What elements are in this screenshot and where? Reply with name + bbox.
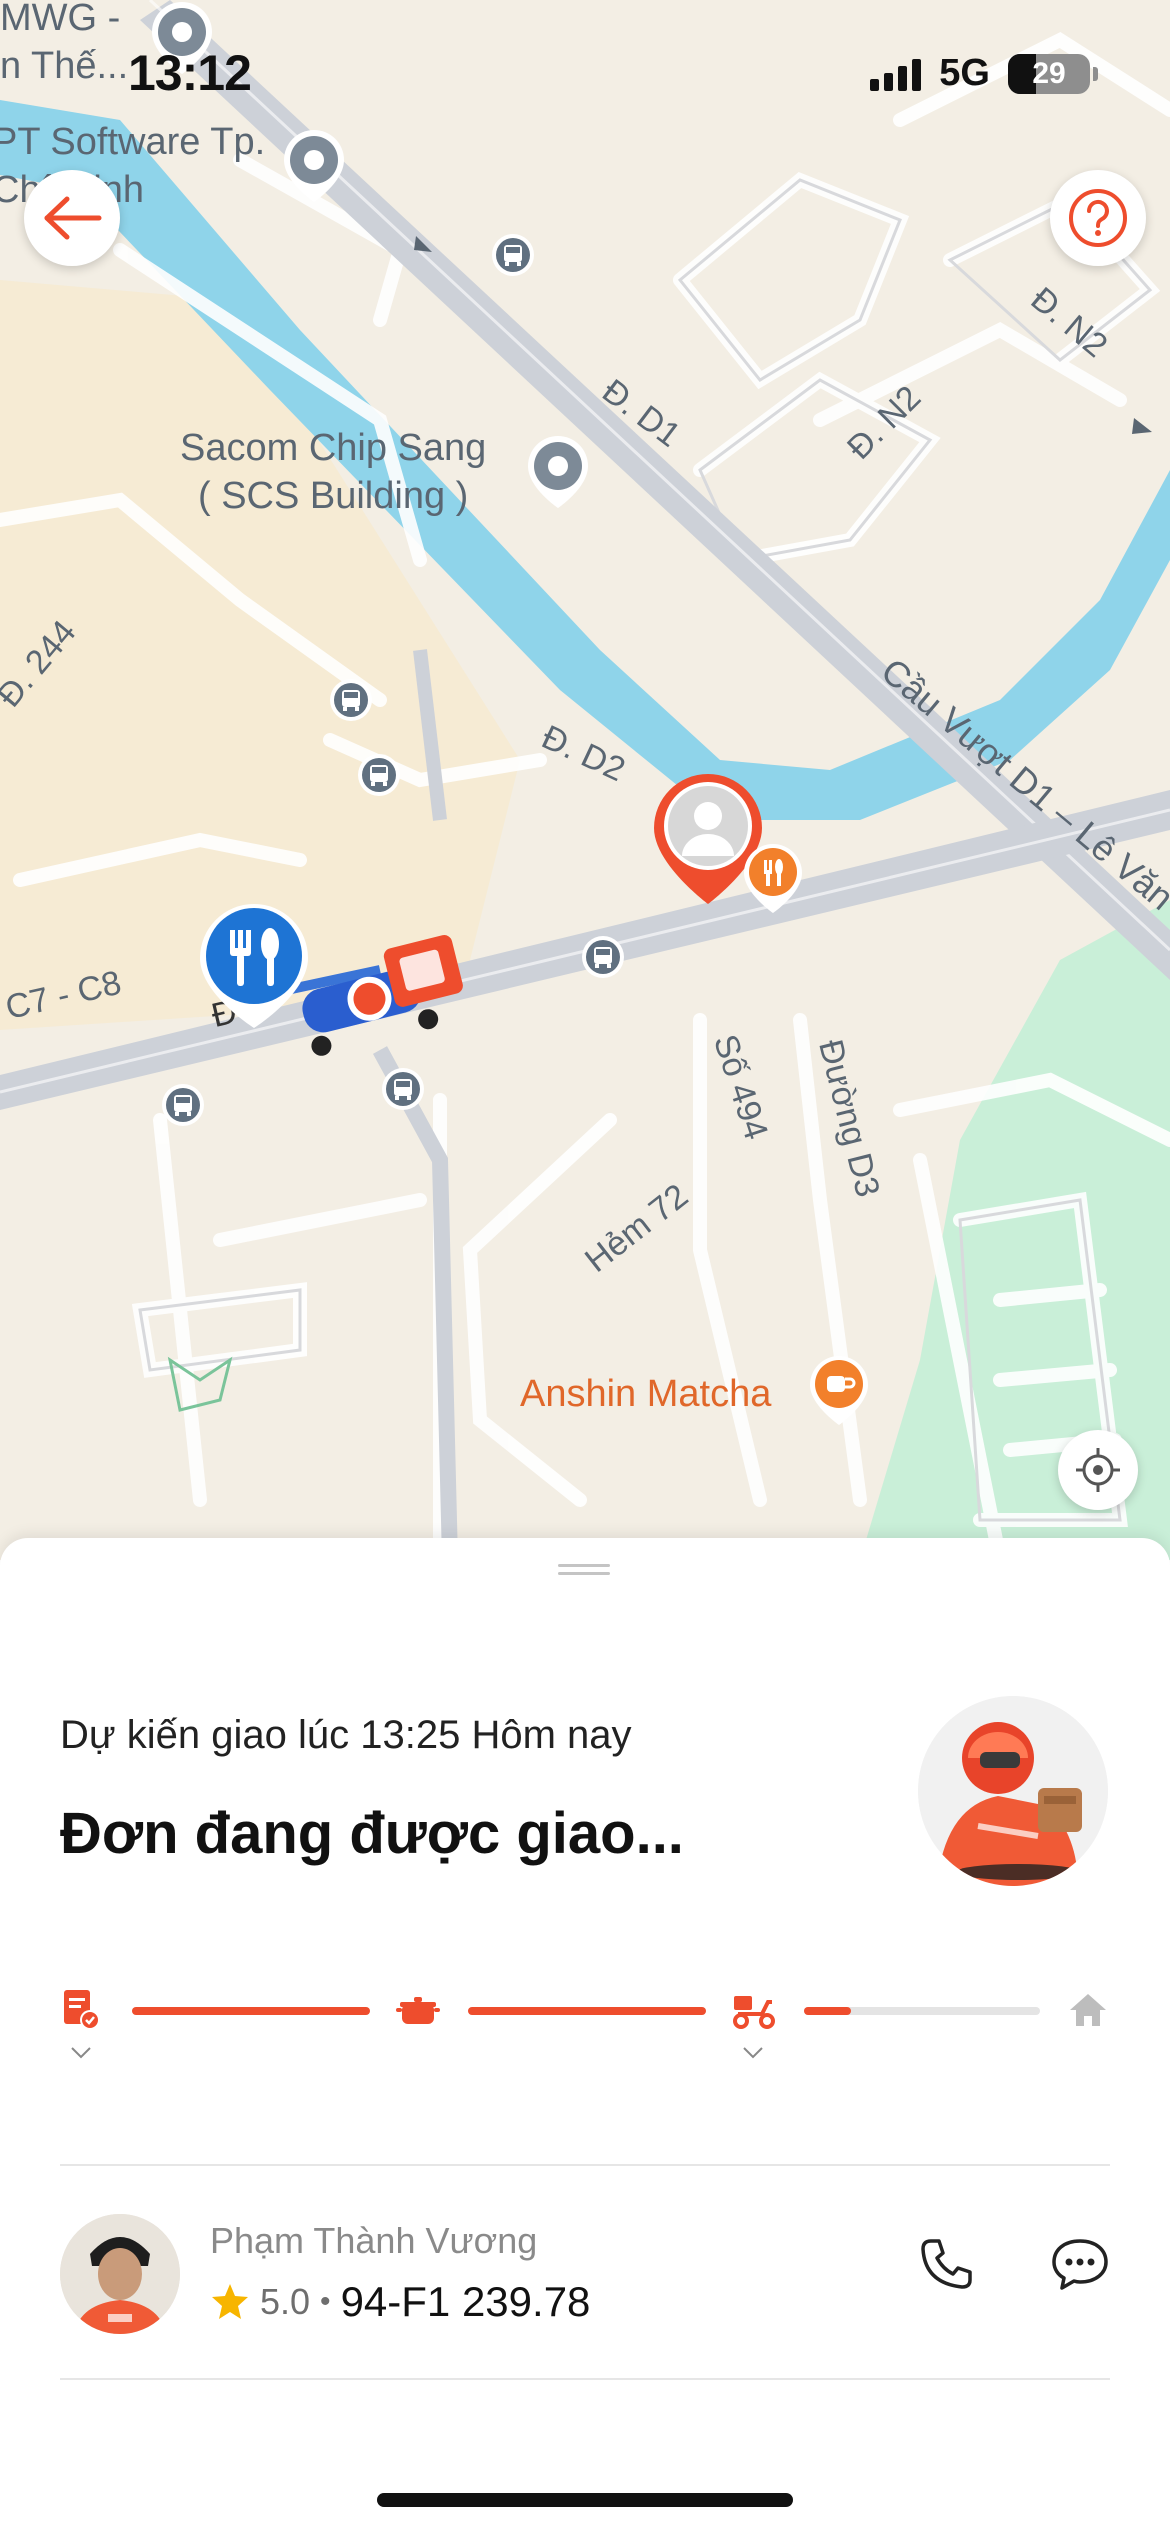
order-status-title: Đơn đang được giao... [60, 1801, 684, 1866]
crosshair-icon [1076, 1448, 1120, 1492]
chat-bubble-icon [1052, 2239, 1108, 2290]
order-confirmed-icon[interactable] [60, 1988, 104, 2032]
chat-button[interactable] [1044, 2228, 1116, 2300]
star-icon [212, 2284, 248, 2319]
back-button[interactable] [24, 170, 120, 266]
bus-stop-icon[interactable] [356, 752, 402, 798]
delivery-scooter-icon[interactable] [732, 1988, 776, 2032]
driver-avatar[interactable] [60, 2214, 180, 2334]
map-poi-label-mwg: MWG - n Thế... [0, 0, 129, 87]
network-type: 5G [939, 52, 990, 94]
bus-stop-icon[interactable] [580, 934, 626, 980]
restaurant-marker-icon[interactable] [740, 840, 806, 920]
battery-icon: 29 [1008, 53, 1098, 94]
map-poi-label-sacom: Sacom Chip Sang ( SCS Building ) [180, 427, 487, 517]
recenter-button[interactable] [1058, 1430, 1138, 1510]
divider [60, 2378, 1110, 2380]
chevron-down-icon[interactable] [70, 2046, 92, 2060]
status-indicators: 5G 29 [870, 52, 1098, 95]
home-indicator[interactable] [377, 2493, 793, 2507]
progress-segment-3-fill [804, 2007, 851, 2015]
question-icon [1069, 189, 1127, 247]
sheet-grabber[interactable] [558, 1564, 610, 1576]
courier-scooter-icon [302, 935, 463, 1056]
eta-text: Dự kiến giao lúc 13:25 Hôm nay [60, 1713, 632, 1757]
divider [60, 2164, 1110, 2166]
driver-name: Phạm Thành Vương [210, 2220, 538, 2261]
delivery-progress [60, 1988, 1110, 2068]
poi-pin-icon[interactable] [520, 432, 596, 518]
battery-level: 29 [1032, 56, 1066, 90]
poi-pin-icon[interactable] [276, 126, 352, 212]
progress-segment-2 [468, 2007, 706, 2015]
driver-meta: 5.0 • 94-F1 239.78 [210, 2278, 590, 2326]
bus-stop-icon[interactable] [160, 1082, 206, 1128]
order-status-sheet[interactable]: Dự kiến giao lúc 13:25 Hôm nay Đơn đang … [0, 1538, 1170, 2532]
map-poi-label-anshin: Anshin Matcha [520, 1373, 772, 1415]
bus-stop-icon[interactable] [490, 232, 536, 278]
arrow-left-icon [44, 196, 102, 240]
progress-segment-1 [132, 2007, 370, 2015]
map-view[interactable]: MWG - n Thế... PT Software Tp. Chí Minh … [0, 0, 1170, 1560]
call-button[interactable] [910, 2228, 982, 2300]
license-plate: 94-F1 239.78 [340, 2278, 591, 2325]
status-time: 13:12 [128, 45, 252, 101]
home-icon[interactable] [1066, 1988, 1110, 2032]
cooking-pot-icon[interactable] [396, 1988, 440, 2032]
cellular-signal-icon [870, 57, 922, 91]
bus-stop-icon[interactable] [328, 677, 374, 723]
help-button[interactable] [1050, 170, 1146, 266]
chevron-down-icon[interactable] [742, 2046, 764, 2060]
meta-separator: • [320, 2285, 331, 2318]
driver-rating: 5.0 [260, 2281, 311, 2322]
courier-illustration [918, 1696, 1108, 1886]
cafe-marker-icon[interactable] [806, 1352, 872, 1432]
phone-icon [921, 2239, 972, 2289]
bus-stop-icon[interactable] [380, 1066, 426, 1112]
